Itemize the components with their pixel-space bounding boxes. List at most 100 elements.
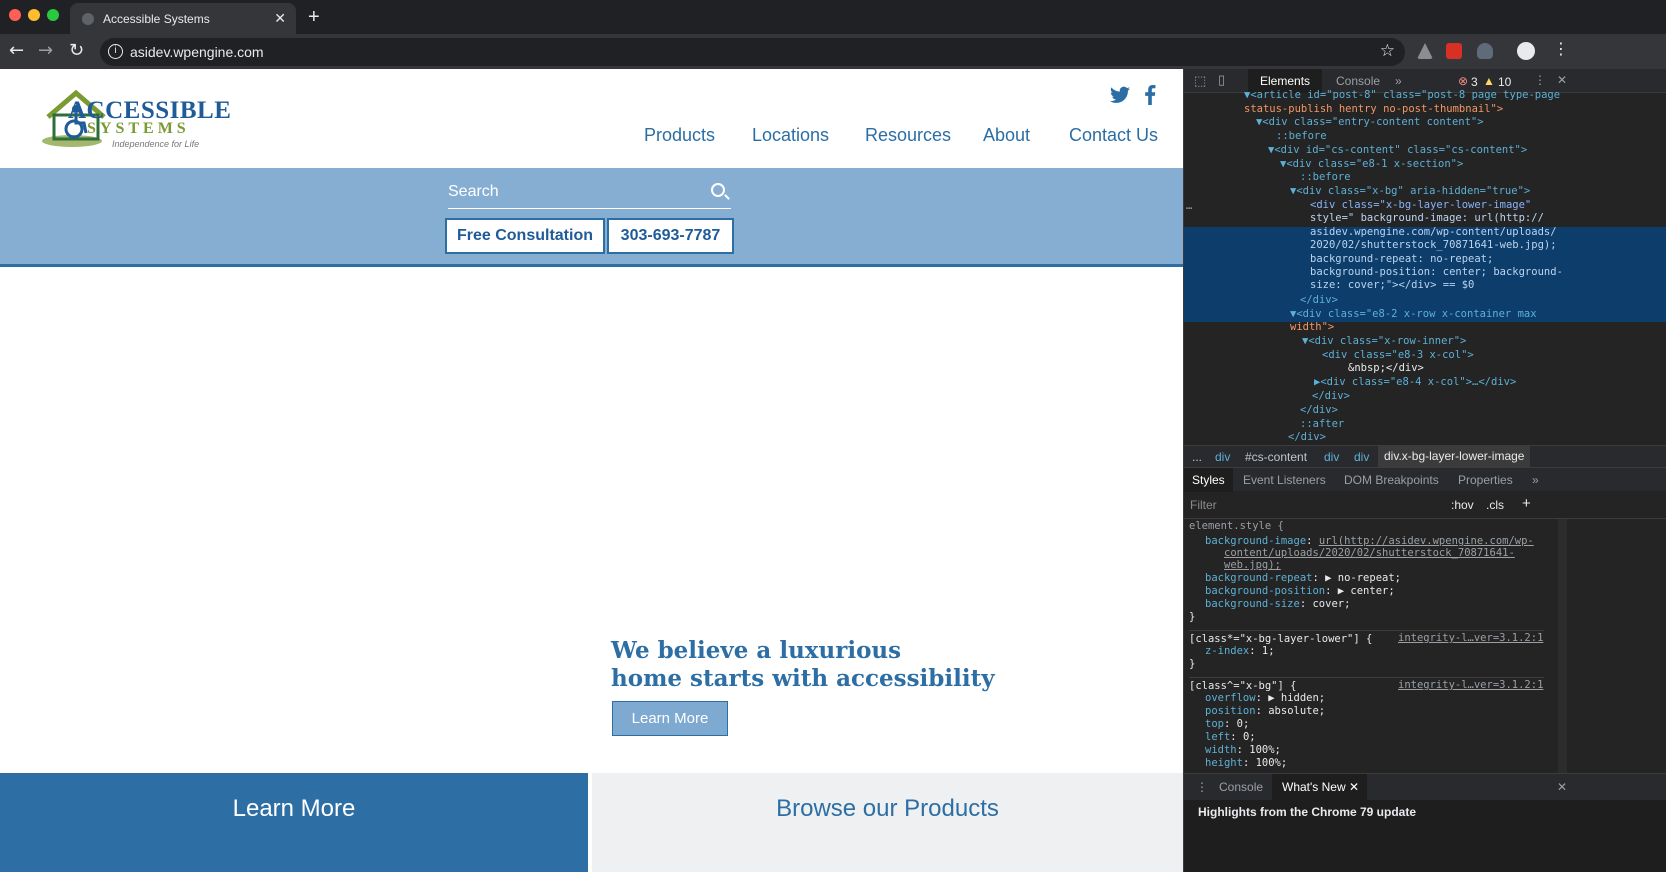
dom-line[interactable]: asidev.wpengine.com/wp-content/uploads/ [1310, 226, 1557, 240]
dom-line[interactable]: <div class="e8-3 x-col"> [1322, 349, 1474, 363]
info-icon[interactable]: i [108, 44, 123, 59]
twitter-icon[interactable] [1110, 85, 1130, 109]
styles-filter-input[interactable]: Filter :hov .cls + [1184, 491, 1666, 519]
breadcrumb-item[interactable]: div [1354, 450, 1369, 464]
dom-line[interactable]: width"> [1290, 321, 1334, 335]
dom-line[interactable]: ▼<div class="x-bg" aria-hidden="true"> [1290, 185, 1530, 199]
nav-products[interactable]: Products [644, 125, 715, 146]
styles-scrollbar[interactable] [1558, 519, 1567, 779]
css-declaration[interactable]: overflow: ▶ hidden; [1205, 692, 1325, 705]
back-arrow-icon[interactable]: ← [9, 40, 24, 61]
dom-line[interactable]: ▼<div class="e8-1 x-section"> [1280, 158, 1463, 172]
shield-extension-icon[interactable] [1477, 43, 1493, 59]
free-consultation-button[interactable]: Free Consultation [445, 218, 605, 254]
tab-close-icon[interactable]: ✕ [274, 10, 286, 27]
dom-line[interactable]: ::before [1276, 130, 1327, 144]
error-icon[interactable]: ⊗ [1458, 74, 1468, 88]
css-declaration[interactable]: top: 0; [1205, 718, 1249, 731]
drawer-tab-close-icon[interactable]: ✕ [1349, 780, 1359, 794]
tab-dom-breakpoints[interactable]: DOM Breakpoints [1344, 473, 1439, 487]
close-window-button[interactable] [9, 9, 21, 21]
warning-icon[interactable]: ▲ [1483, 74, 1495, 88]
phone-button[interactable]: 303-693-7787 [607, 218, 734, 254]
nav-about[interactable]: About [983, 125, 1030, 146]
more-tabs-icon[interactable]: » [1395, 74, 1402, 88]
browse-products-panel[interactable]: Browse our Products [592, 773, 1183, 872]
node-ellipsis-icon[interactable]: … [1186, 200, 1192, 214]
learn-more-panel[interactable]: Learn More [0, 773, 588, 872]
reload-icon[interactable]: ↻ [69, 40, 84, 61]
dom-line[interactable]: ::before [1300, 171, 1351, 185]
device-toolbar-icon[interactable]: ▯ [1218, 72, 1225, 88]
minimize-window-button[interactable] [28, 9, 40, 21]
dom-line[interactable]: </div> [1300, 404, 1338, 418]
dom-line[interactable]: size: cover;"></div> == $0 [1310, 279, 1474, 293]
tab-event-listeners[interactable]: Event Listeners [1243, 473, 1326, 487]
drawer-tab-console[interactable]: Console [1219, 780, 1263, 794]
tab-properties[interactable]: Properties [1458, 473, 1513, 487]
breadcrumb-item-active[interactable]: div.x-bg-layer-lower-image [1378, 446, 1531, 467]
new-tab-button[interactable]: + [308, 6, 320, 29]
css-value[interactable]: url(http://asidev.wpengine.com/wp- [1319, 535, 1534, 547]
forward-arrow-icon[interactable]: → [38, 40, 53, 61]
css-declaration[interactable]: left: 0; [1205, 731, 1256, 744]
breadcrumb-ellipsis[interactable]: ... [1192, 450, 1202, 464]
dom-line[interactable]: </div> [1300, 294, 1338, 308]
dom-line[interactable]: ▼<div class="entry-content content"> [1256, 116, 1484, 130]
css-source-link[interactable]: integrity-l…ver=3.1.2:1 [1398, 632, 1543, 645]
dom-line[interactable]: ▼<div class="x-row-inner"> [1302, 335, 1466, 349]
more-style-tabs-icon[interactable]: » [1532, 473, 1539, 487]
cls-toggle[interactable]: .cls [1486, 498, 1504, 512]
dom-line[interactable]: background-repeat: no-repeat; [1310, 253, 1493, 267]
search-icon[interactable] [711, 183, 725, 197]
lastpass-extension-icon[interactable] [1446, 43, 1462, 59]
css-declaration[interactable]: background-repeat: ▶ no-repeat; [1205, 572, 1401, 585]
nav-locations[interactable]: Locations [752, 125, 829, 146]
add-rule-icon[interactable]: + [1522, 495, 1531, 512]
css-value[interactable]: web.jpg); [1224, 559, 1281, 572]
dom-line[interactable]: 2020/02/shutterstock_70871641-web.jpg); [1310, 239, 1557, 253]
breadcrumb-item[interactable]: div [1324, 450, 1339, 464]
dom-line[interactable]: &nbsp;</div> [1348, 362, 1424, 376]
dom-line[interactable]: background-position: center; background- [1310, 266, 1563, 280]
css-declaration[interactable]: background-position: ▶ center; [1205, 585, 1395, 598]
drive-extension-icon[interactable] [1417, 43, 1433, 59]
dom-line[interactable]: </div> [1288, 431, 1326, 445]
dom-line[interactable]: ▼<div class="e8-2 x-row x-container max [1290, 308, 1537, 322]
drawer-menu-icon[interactable]: ⋮ [1196, 780, 1208, 794]
nav-contact-us[interactable]: Contact Us [1069, 125, 1158, 146]
nav-resources[interactable]: Resources [865, 125, 951, 146]
css-declaration[interactable]: position: absolute; [1205, 705, 1325, 718]
chrome-menu-icon[interactable]: ⋮ [1553, 39, 1569, 58]
css-declaration[interactable]: height: 100%; [1205, 757, 1287, 770]
search-input[interactable]: Search [448, 181, 731, 209]
dom-line[interactable]: ▼<div id="cs-content" class="cs-content"… [1268, 144, 1527, 158]
dom-line[interactable]: ::after [1300, 418, 1344, 432]
devtools-close-icon[interactable]: ✕ [1557, 73, 1567, 87]
dom-line[interactable]: </div> [1312, 390, 1350, 404]
dom-line[interactable]: ▶<div class="e8-4 x-col">…</div> [1314, 376, 1516, 390]
dom-line[interactable]: ▼<article id="post-8" class="post-8 page… [1244, 89, 1560, 103]
hov-toggle[interactable]: :hov [1451, 498, 1474, 512]
maximize-window-button[interactable] [47, 9, 59, 21]
address-bar[interactable]: i asidev.wpengine.com ☆ [100, 38, 1405, 66]
profile-avatar-icon[interactable] [1517, 42, 1535, 60]
drawer-close-icon[interactable]: ✕ [1557, 780, 1567, 794]
inspect-element-icon[interactable]: ⬚ [1194, 73, 1206, 89]
css-source-link[interactable]: integrity-l…ver=3.1.2:1 [1398, 679, 1543, 692]
css-declaration[interactable]: background-size: cover; [1205, 598, 1350, 611]
css-declaration[interactable]: width: 100%; [1205, 744, 1281, 757]
devtools-menu-icon[interactable]: ⋮ [1534, 73, 1546, 87]
breadcrumb-item[interactable]: div [1215, 450, 1230, 464]
bookmark-star-icon[interactable]: ☆ [1380, 41, 1395, 61]
breadcrumb-item[interactable]: #cs-content [1245, 450, 1307, 464]
dom-line[interactable]: status-publish hentry no-post-thumbnail"… [1244, 103, 1503, 117]
dom-line[interactable]: style=" background-image: url(http:// [1310, 212, 1544, 226]
tab-console[interactable]: Console [1336, 74, 1380, 88]
drawer-tab-whats-new[interactable]: What's New ✕ [1272, 774, 1368, 801]
browser-tab[interactable]: Accessible Systems ✕ [70, 3, 296, 34]
tab-styles[interactable]: Styles [1184, 468, 1233, 492]
css-declaration[interactable]: z-index: 1; [1205, 645, 1275, 658]
element-style-selector[interactable]: element.style { [1189, 520, 1284, 533]
hero-learn-more-button[interactable]: Learn More [612, 701, 728, 736]
